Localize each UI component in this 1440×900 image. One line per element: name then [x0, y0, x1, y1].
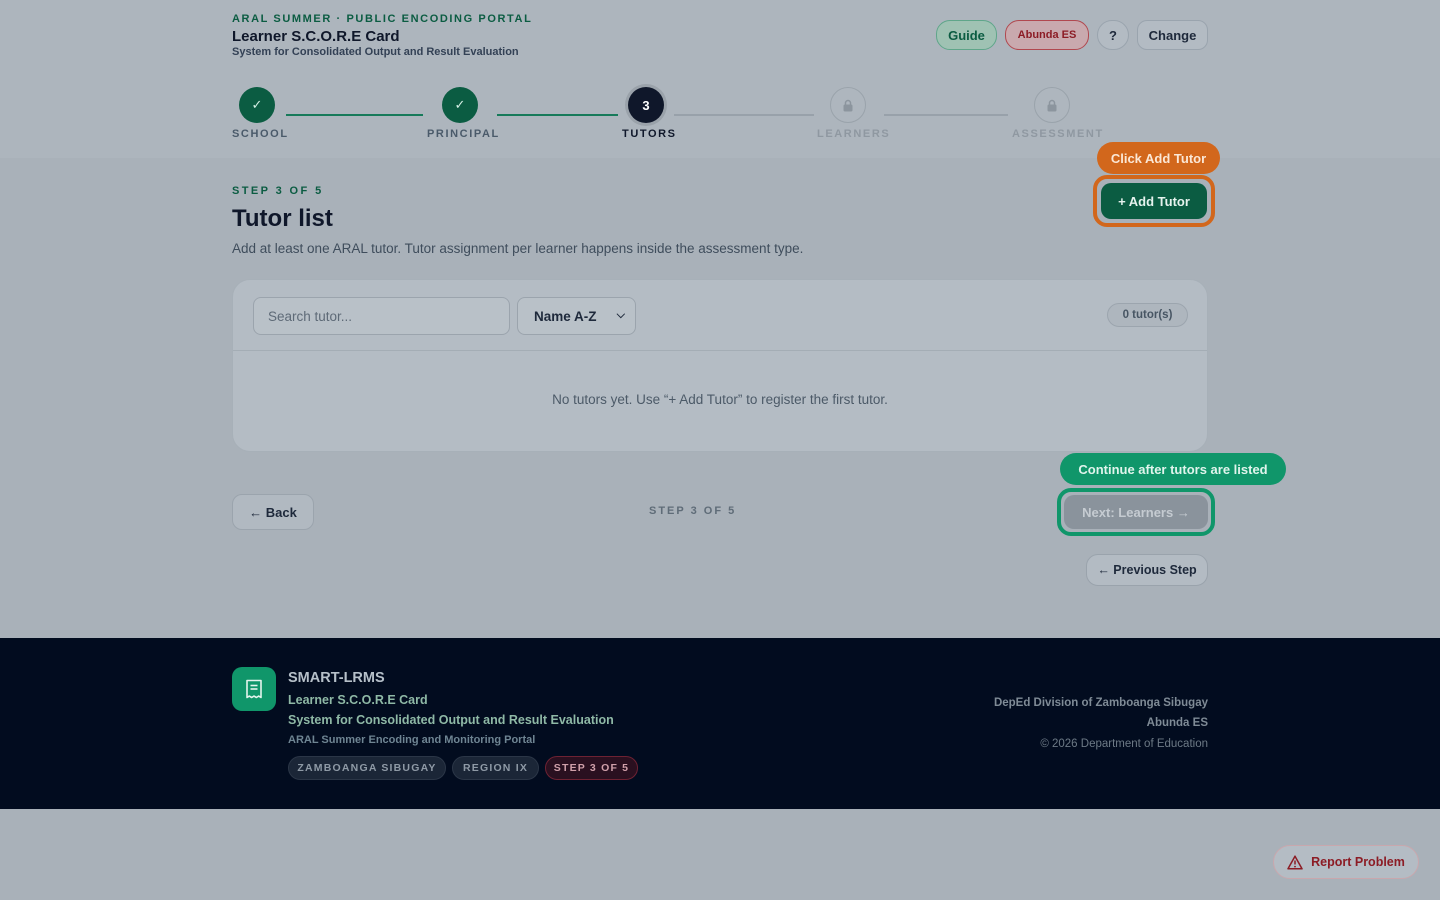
search-tutor-input[interactable]: [253, 297, 510, 335]
lock-icon: [843, 99, 853, 111]
back-button[interactable]: ← Back: [232, 494, 314, 530]
help-button[interactable]: ?: [1097, 20, 1129, 50]
footer-chip-step: STEP 3 OF 5: [545, 756, 638, 780]
check-icon: ✓: [454, 97, 466, 112]
lock-icon: [1047, 99, 1057, 111]
previous-step-button[interactable]: ← Previous Step: [1086, 554, 1208, 586]
next-learners-button[interactable]: Next: Learners →: [1064, 495, 1208, 529]
step-connector: [674, 114, 814, 116]
tutor-count-badge: 0 tutor(s): [1107, 303, 1188, 327]
footer-division: DepEd Division of Zamboanga Sibugay: [993, 697, 1208, 709]
step-principal-circle: ✓: [442, 87, 478, 123]
step-connector: [286, 114, 423, 116]
step-assessment-label: ASSESSMENT: [1012, 128, 1104, 140]
school-badge-button[interactable]: Abunda ES: [1005, 20, 1089, 50]
change-button[interactable]: Change: [1137, 20, 1208, 50]
logo-icon: [232, 667, 276, 711]
footer-school: Abunda ES: [1146, 717, 1208, 729]
footer-title: Learner S.C.O.R.E Card: [288, 693, 428, 707]
step-connector: [884, 114, 1008, 116]
add-tutor-button[interactable]: + Add Tutor: [1101, 183, 1207, 219]
footer-brand: SMART-LRMS: [288, 670, 385, 686]
footer: SMART-LRMS Learner S.C.O.R.E Card System…: [0, 638, 1440, 809]
step-indicator: STEP 3 OF 5: [649, 505, 737, 517]
guide-button[interactable]: Guide: [936, 20, 997, 50]
step-kicker: STEP 3 OF 5: [232, 185, 324, 197]
footer-chip-region: REGION IX: [452, 756, 539, 780]
add-tutor-callout: Click Add Tutor: [1097, 142, 1220, 174]
portal-kicker: ARAL SUMMER · PUBLIC ENCODING PORTAL: [232, 13, 533, 25]
check-icon: ✓: [251, 97, 263, 112]
report-problem-button[interactable]: Report Problem: [1273, 845, 1419, 879]
page-description: Add at least one ARAL tutor. Tutor assig…: [232, 241, 804, 256]
step-principal-label: PRINCIPAL: [427, 128, 500, 140]
page-title: Tutor list: [232, 205, 333, 232]
step-learners-circle: [830, 87, 866, 123]
step-number: 3: [642, 97, 650, 113]
footer-subtitle: System for Consolidated Output and Resul…: [288, 713, 614, 727]
next-step-callout: Continue after tutors are listed: [1060, 453, 1286, 485]
header: ARAL SUMMER · PUBLIC ENCODING PORTAL Lea…: [0, 0, 1440, 158]
empty-state-message: No tutors yet. Use “+ Add Tutor” to regi…: [552, 392, 888, 407]
warning-icon: [1287, 854, 1303, 870]
step-tutors-label: TUTORS: [622, 128, 677, 140]
step-assessment-circle: [1034, 87, 1070, 123]
footer-portal: ARAL Summer Encoding and Monitoring Port…: [288, 734, 536, 746]
app-title: Learner S.C.O.R.E Card: [232, 28, 400, 45]
receipt-icon: [246, 679, 262, 699]
step-connector: [497, 114, 618, 116]
footer-copyright: © 2026 Department of Education: [1040, 738, 1208, 750]
report-problem-label: Report Problem: [1311, 855, 1405, 869]
step-school-label: SCHOOL: [232, 128, 289, 140]
page: ARAL SUMMER · PUBLIC ENCODING PORTAL Lea…: [0, 0, 1440, 900]
step-school-circle: ✓: [239, 87, 275, 123]
chevron-down-icon: ⌵: [616, 309, 625, 321]
sort-select[interactable]: Name A-Z ⌵: [517, 297, 636, 335]
tutor-list-toolbar: Name A-Z ⌵ 0 tutor(s): [233, 280, 1207, 351]
app-subtitle: System for Consolidated Output and Resul…: [232, 46, 519, 58]
step-learners-label: LEARNERS: [817, 128, 891, 140]
step-tutors-circle: 3: [628, 87, 664, 123]
footer-chip-division: ZAMBOANGA SIBUGAY: [288, 756, 446, 780]
sort-selected-value: Name A-Z: [534, 308, 597, 324]
tutor-list-card: Name A-Z ⌵ 0 tutor(s) No tutors yet. Use…: [232, 279, 1208, 452]
